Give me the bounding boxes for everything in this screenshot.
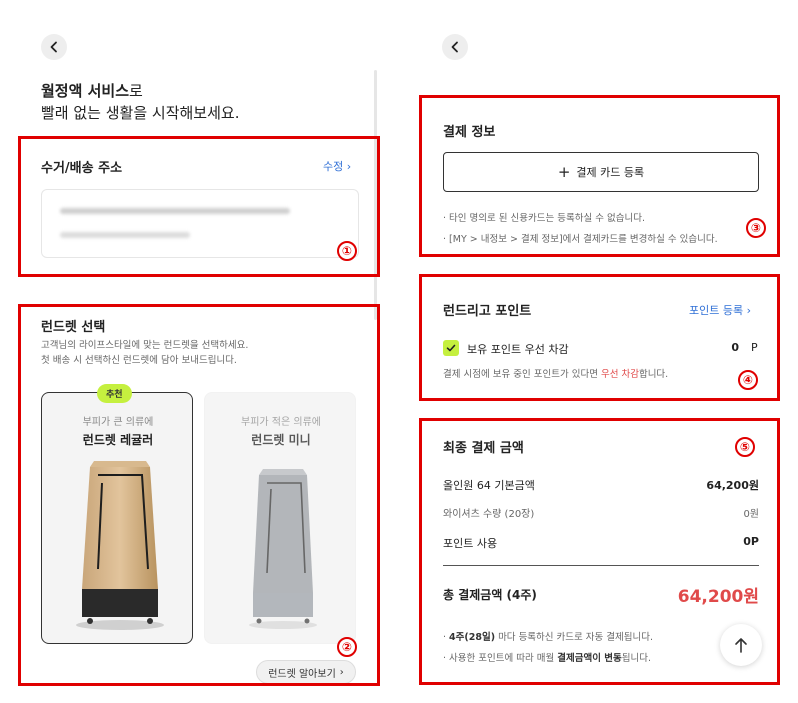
headline-rest: 로 bbox=[129, 82, 143, 100]
annotation-box-5 bbox=[419, 418, 780, 685]
left-back-button[interactable] bbox=[41, 34, 67, 60]
right-back-button[interactable] bbox=[442, 34, 468, 60]
back-chevron-icon bbox=[451, 41, 458, 53]
annotation-number-5: ⑤ bbox=[735, 437, 755, 457]
annotation-number-3: ③ bbox=[746, 218, 766, 238]
annotation-number-2: ② bbox=[337, 637, 357, 657]
headline-bold: 월정액 서비스 bbox=[41, 82, 130, 100]
annotation-box-2 bbox=[18, 304, 380, 686]
annotation-box-3 bbox=[419, 95, 780, 257]
annotation-box-1 bbox=[18, 136, 380, 277]
left-headline: 월정액 서비스로 빨래 없는 생활을 시작해보세요. bbox=[41, 80, 361, 124]
annotation-number-4: ④ bbox=[738, 370, 758, 390]
headline-line2: 빨래 없는 생활을 시작해보세요. bbox=[41, 104, 240, 122]
annotation-box-4 bbox=[419, 274, 780, 401]
back-chevron-icon bbox=[50, 41, 57, 53]
annotation-number-1: ① bbox=[337, 241, 357, 261]
